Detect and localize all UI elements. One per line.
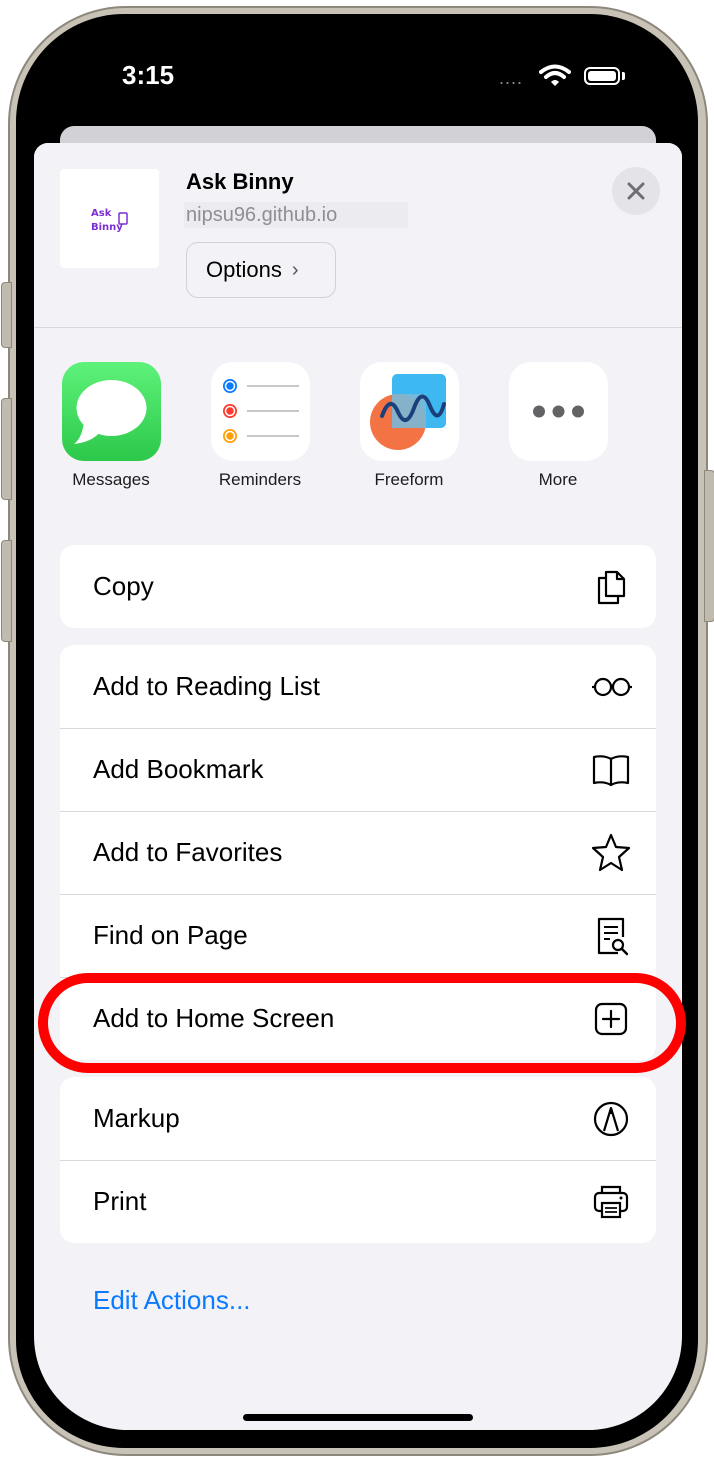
find-document-icon	[597, 917, 629, 956]
chevron-right-icon: ›	[291, 258, 299, 281]
app-label: Messages	[72, 470, 150, 489]
app-more[interactable]: More	[498, 362, 618, 490]
app-label: More	[538, 470, 578, 489]
messages-icon	[61, 362, 161, 461]
app-reminders[interactable]: Reminders	[200, 362, 320, 490]
printer-icon	[593, 1185, 629, 1219]
close-icon	[627, 182, 645, 200]
action-print[interactable]: Print	[60, 1160, 656, 1243]
share-title: Ask Binny	[186, 169, 294, 194]
markup-icon	[593, 1101, 629, 1137]
freeform-icon	[359, 362, 459, 461]
action-label: Find on Page	[93, 920, 248, 950]
signal-dots: ....	[499, 68, 524, 88]
action-markup[interactable]: Markup	[60, 1077, 656, 1160]
copy-icon	[597, 570, 626, 605]
svg-text:Ask: Ask	[91, 208, 112, 219]
app-messages[interactable]: Messages	[51, 362, 171, 490]
app-freeform[interactable]: Freeform	[349, 362, 469, 490]
home-indicator[interactable]	[243, 1414, 473, 1421]
action-button	[1, 282, 12, 348]
app-label: Freeform	[374, 470, 444, 489]
action-label: Print	[93, 1186, 147, 1216]
ask-binny-logo: Ask Binny	[91, 208, 128, 233]
star-icon	[591, 833, 631, 872]
app-label: Reminders	[218, 470, 302, 489]
action-label: Add to Favorites	[93, 837, 283, 867]
page-thumbnail: Ask Binny	[60, 169, 159, 268]
options-button[interactable]: Options ›	[186, 242, 336, 298]
action-label: Add Bookmark	[93, 754, 264, 784]
action-add-to-reading-list[interactable]: Add to Reading List	[60, 645, 656, 728]
edit-actions-link[interactable]: Edit Actions...	[93, 1285, 251, 1316]
action-label: Copy	[93, 571, 154, 601]
action-copy[interactable]: Copy	[60, 545, 656, 628]
options-label: Options	[206, 257, 282, 282]
volume-down-button	[1, 540, 12, 642]
action-group-copy: Copy	[60, 545, 656, 628]
action-add-to-favorites[interactable]: Add to Favorites	[60, 811, 656, 894]
glasses-icon	[592, 677, 632, 697]
battery-icon	[584, 67, 620, 85]
highlight-annotation	[38, 973, 686, 1073]
battery-tip	[622, 72, 625, 80]
share-url: nipsu96.github.io	[184, 202, 408, 228]
close-button[interactable]	[612, 167, 660, 215]
share-sheet: Ask Binny Ask Binny nipsu96.github.io Op…	[34, 143, 682, 1430]
book-icon	[592, 755, 630, 787]
volume-up-button	[1, 398, 12, 500]
status-time: 3:15	[122, 60, 175, 90]
action-label: Add to Reading List	[93, 671, 320, 701]
more-icon	[508, 362, 608, 461]
action-label: Markup	[93, 1103, 180, 1133]
action-add-bookmark[interactable]: Add Bookmark	[60, 728, 656, 811]
action-group-other: Markup Print	[60, 1077, 656, 1243]
power-button	[704, 470, 714, 622]
wifi-icon	[539, 64, 571, 86]
app-row: Messages Reminders Freeform More	[34, 328, 682, 528]
reminders-icon	[210, 362, 310, 461]
action-find-on-page[interactable]: Find on Page	[60, 894, 656, 977]
screen: 3:15 .... Ask Binny Ask Binny nipsu96.gi…	[34, 30, 682, 1430]
share-header: Ask Binny Ask Binny nipsu96.github.io Op…	[34, 143, 682, 328]
